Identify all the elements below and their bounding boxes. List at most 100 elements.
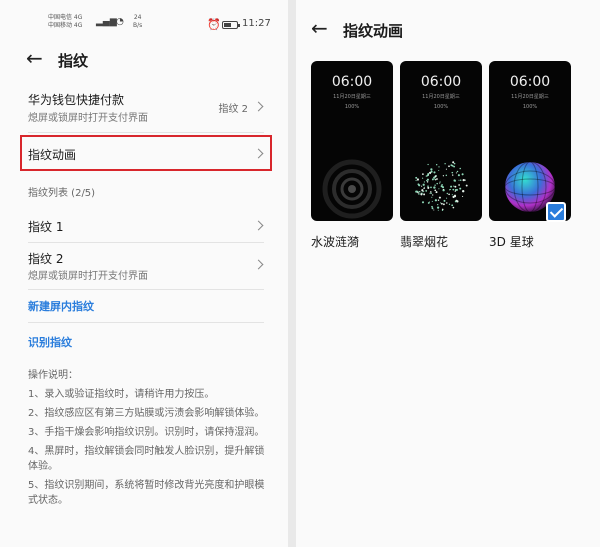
firework-particle (426, 181, 429, 183)
firework-particle (427, 163, 429, 166)
instruction-item: 3、手指干燥会影响指纹识别。识别时，请保持湿润。 (28, 427, 265, 438)
animation-option-ripple[interactable]: 06:00 11月20日星期三 100% (311, 61, 393, 221)
firework-particle (438, 169, 440, 172)
firework-particle (453, 194, 457, 197)
firework-particle (429, 192, 431, 194)
firework-particle (426, 178, 429, 181)
firework-particle (458, 179, 460, 181)
firework-particle (422, 183, 425, 186)
firework-particle (448, 165, 450, 168)
firework-particle (453, 179, 456, 182)
firework-particle (452, 188, 455, 191)
signal-icon: ▂▄▆ (96, 17, 117, 27)
fingerprint-2-title: 指纹 2 (28, 252, 64, 266)
fingerprint-1-row[interactable]: 指纹 1 (20, 210, 270, 240)
firework-particle (448, 203, 451, 205)
firework-particle (442, 188, 445, 190)
firework-particle (438, 166, 440, 168)
ripple-animation-icon (322, 159, 382, 219)
firework-particle (433, 176, 436, 179)
firework-particle (431, 207, 434, 210)
preview-battery: 100% (433, 104, 449, 110)
firework-particle (434, 199, 438, 202)
preview-time: 06:00 (331, 74, 373, 90)
fingerprint-list-header: 指纹列表 (2/5) (28, 188, 96, 199)
firework-particle (443, 199, 446, 202)
alarm-icon: ⏰ (207, 18, 221, 31)
firework-particle (452, 161, 455, 164)
firework-particle (441, 183, 443, 186)
firework-particle (438, 196, 441, 199)
firework-particle (437, 199, 440, 201)
instructions-heading: 操作说明： (28, 370, 78, 381)
firework-particle (429, 171, 432, 174)
divider (28, 242, 264, 243)
firework-particle (451, 194, 453, 196)
firework-particle (454, 185, 457, 188)
firework-particle (435, 191, 438, 194)
firework-particle (459, 167, 461, 170)
identify-fingerprint-link[interactable]: 识别指纹 (28, 334, 72, 350)
divider (28, 289, 264, 290)
firework-particle (457, 174, 460, 177)
firework-particle (453, 185, 455, 187)
arrow-left-icon[interactable]: ← (311, 18, 328, 38)
firework-particle (436, 164, 438, 166)
firework-particle (422, 177, 424, 179)
firework-particle (417, 183, 420, 186)
firework-particle (434, 189, 437, 192)
firework-particle (431, 205, 433, 208)
firework-particle (433, 171, 436, 174)
firework-particle (432, 194, 434, 196)
instruction-item: 1、录入或验证指纹时，请稍许用力按压。 (28, 389, 215, 400)
firework-particle (427, 202, 430, 204)
firework-particle (462, 190, 465, 193)
highlight-box (20, 135, 272, 171)
firework-particle (448, 193, 450, 196)
firework-particle (437, 206, 440, 209)
animation-option-fireworks[interactable]: 06:00 11月20日星期三 100% (400, 61, 482, 221)
fireworks-animation-icon (415, 161, 468, 211)
firework-particle (415, 180, 417, 182)
firework-particle (434, 178, 436, 180)
firework-particle (441, 202, 443, 205)
option-caption: 翡翠烟花 (400, 235, 449, 249)
instruction-item: 2、指纹感应区有第三方贴膜或污渍会影响解锁体验。 (28, 408, 265, 419)
firework-particle (431, 178, 434, 181)
chevron-right-icon (253, 220, 264, 231)
option-caption: 3D 星球 (489, 235, 534, 249)
wallet-row-subtitle: 熄屏或锁屏时打开支付界面 (28, 113, 148, 124)
preview-date: 11月20日星期三 (511, 94, 549, 100)
firework-particle (433, 186, 436, 189)
firework-particle (449, 188, 451, 191)
fingerprint-1-title: 指纹 1 (28, 220, 64, 234)
firework-particle (434, 184, 436, 186)
firework-particle (464, 179, 466, 181)
instructions: 操作说明： 1、录入或验证指纹时，请稍许用力按压。 2、指纹感应区有第三方贴膜或… (28, 368, 268, 512)
new-fingerprint-link[interactable]: 新建屏内指纹 (28, 298, 94, 314)
firework-particle (456, 170, 459, 173)
wallet-quick-pay-row[interactable]: 华为钱包快捷付款 熄屏或锁屏时打开支付界面 指纹 2 (20, 88, 270, 128)
firework-particle (454, 189, 457, 191)
firework-particle (427, 185, 429, 187)
page-title: 指纹 (58, 52, 89, 70)
firework-particle (420, 193, 423, 196)
firework-particle (444, 163, 446, 165)
preview-time: 06:00 (509, 74, 551, 90)
firework-particle (422, 173, 424, 175)
status-bar: 中国电信 4G 中国移动 4G ▂▄▆ ◔ 24 B/s ⏰ 11:27 (0, 14, 288, 36)
divider (28, 322, 264, 323)
battery-icon (222, 21, 240, 29)
fingerprint-2-row[interactable]: 指纹 2 熄屏或锁屏时打开支付界面 (20, 248, 270, 286)
animation-option-planet[interactable]: 06:00 11月20日星期三 100% (489, 61, 571, 221)
firework-particle (427, 172, 430, 175)
chevron-right-icon (253, 259, 264, 270)
firework-particle (452, 206, 455, 209)
firework-particle (430, 186, 432, 189)
firework-particle (459, 179, 462, 181)
instruction-item: 5、指纹识别期间，系统将暂时修改背光亮度和护眼模式状态。 (28, 480, 265, 506)
firework-particle (465, 184, 468, 187)
firework-particle (439, 181, 441, 183)
firework-particle (423, 187, 425, 190)
arrow-left-icon[interactable]: ← (26, 48, 43, 68)
